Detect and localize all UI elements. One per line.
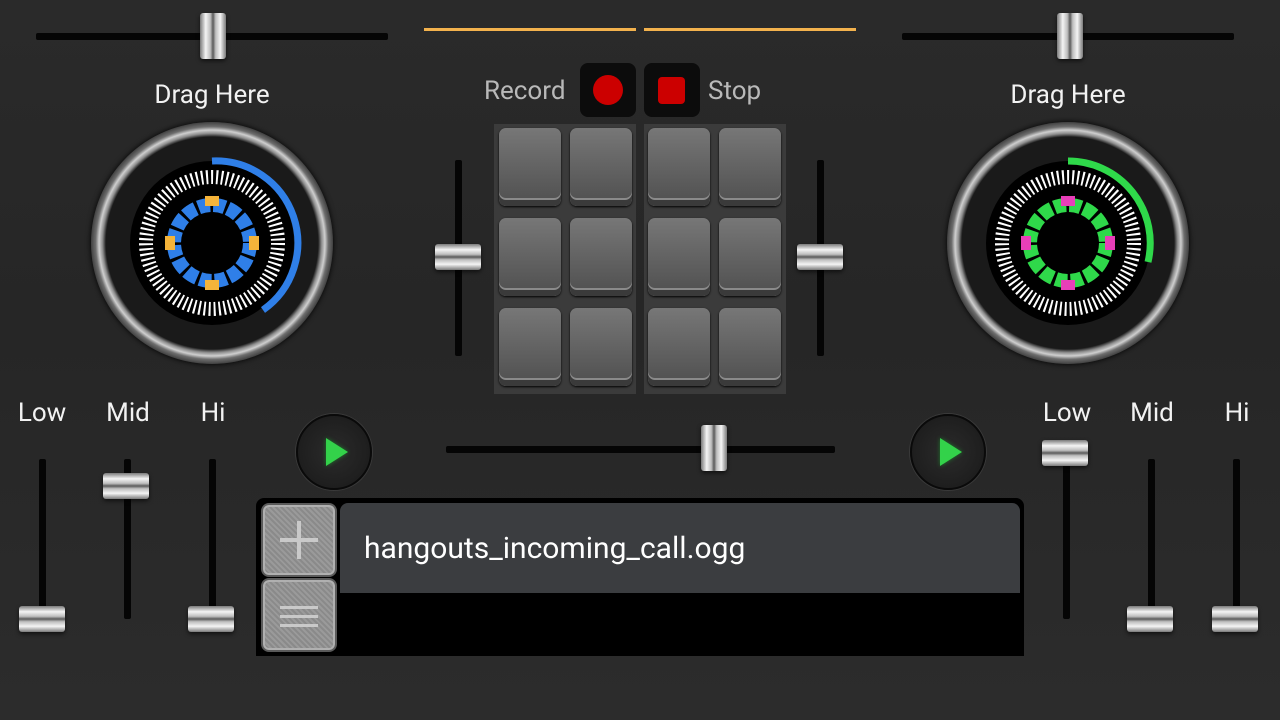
crossfader-track [446, 446, 835, 453]
add-track-button[interactable] [261, 503, 337, 577]
stop-button[interactable] [644, 63, 700, 117]
stop-label: Stop [708, 76, 762, 106]
pad-11[interactable] [648, 308, 710, 386]
left-drag-label: Drag Here [154, 80, 270, 110]
track-name: hangouts_incoming_call.ogg [364, 531, 746, 566]
right-turntable[interactable] [947, 122, 1189, 364]
left-vinyl-icon [130, 157, 302, 325]
right-vinyl-icon [986, 157, 1154, 325]
pad-10[interactable] [570, 308, 632, 386]
right-eq-hi-knob[interactable] [1212, 606, 1258, 632]
right-eq-mid-label: Mid [1130, 398, 1174, 428]
pad-5[interactable] [499, 218, 561, 296]
pad-12[interactable] [719, 308, 781, 386]
record-button[interactable] [580, 63, 636, 117]
plus-icon [280, 521, 318, 559]
pad-8[interactable] [719, 218, 781, 296]
left-play-button[interactable] [296, 414, 372, 490]
playlist-item[interactable]: hangouts_incoming_call.ogg [340, 503, 1020, 593]
right-play-button[interactable] [910, 414, 986, 490]
right-eq-hi-track [1233, 459, 1240, 619]
right-eq-mid-knob[interactable] [1127, 606, 1173, 632]
left-eq-mid-knob[interactable] [103, 473, 149, 499]
crossfader-knob[interactable] [701, 425, 727, 471]
pad-7[interactable] [648, 218, 710, 296]
left-eq-hi-label: Hi [200, 398, 226, 428]
left-eq-low-label: Low [17, 398, 67, 428]
pad-9[interactable] [499, 308, 561, 386]
pad-2[interactable] [570, 128, 632, 206]
left-eq-low-knob[interactable] [19, 606, 65, 632]
right-eq-low-label: Low [1042, 398, 1092, 428]
pad-6[interactable] [570, 218, 632, 296]
pad-4[interactable] [719, 128, 781, 206]
pad-1[interactable] [499, 128, 561, 206]
right-drag-label: Drag Here [1010, 80, 1126, 110]
left-volume-knob[interactable] [435, 244, 481, 270]
right-eq-low-knob[interactable] [1042, 440, 1088, 466]
left-top-slider-knob[interactable] [200, 13, 226, 59]
left-eq-mid-label: Mid [106, 398, 150, 428]
left-eq-hi-knob[interactable] [188, 606, 234, 632]
right-eq-mid-track [1148, 459, 1155, 619]
right-eq-hi-label: Hi [1224, 398, 1250, 428]
right-level-line [644, 28, 856, 31]
menu-button[interactable] [261, 578, 337, 652]
left-eq-hi-track [209, 459, 216, 619]
left-eq-low-track [39, 459, 46, 619]
right-volume-knob[interactable] [797, 244, 843, 270]
pad-3[interactable] [648, 128, 710, 206]
menu-lines-icon [280, 606, 318, 627]
right-top-slider-knob[interactable] [1057, 13, 1083, 59]
stop-icon [658, 77, 685, 104]
record-label: Record [484, 76, 566, 106]
right-eq-low-track [1063, 459, 1070, 619]
left-level-line [424, 28, 636, 31]
record-icon [593, 75, 623, 105]
left-turntable[interactable] [91, 122, 333, 364]
